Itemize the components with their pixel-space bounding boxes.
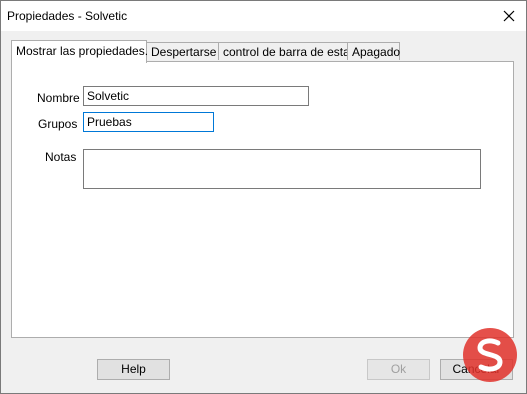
close-icon <box>503 10 515 22</box>
window-title: Propiedades - Solvetic <box>7 9 128 23</box>
tab-control-barra-estado[interactable]: control de barra de estado <box>218 42 363 60</box>
tab-apagado[interactable]: Apagado <box>347 42 400 60</box>
solvetic-logo-icon <box>463 328 517 382</box>
notas-label: Notas <box>45 150 77 164</box>
tab-despertarse[interactable]: Despertarse <box>146 42 219 60</box>
tab-label: control de barra de estado <box>223 45 364 59</box>
ok-button[interactable]: Ok <box>367 359 430 380</box>
grupos-label: Grupos <box>38 117 78 131</box>
title-bar: Propiedades - Solvetic <box>1 1 526 31</box>
close-button[interactable] <box>498 5 520 27</box>
help-button[interactable]: Help <box>97 359 170 380</box>
tab-mostrar-propiedades[interactable]: Mostrar las propiedades. <box>11 40 149 63</box>
tab-label: Apagado <box>352 45 401 59</box>
grupos-input[interactable] <box>83 112 214 132</box>
notas-textarea[interactable] <box>83 149 481 189</box>
nombre-input[interactable] <box>83 86 309 106</box>
nombre-label: Nombre <box>37 91 80 105</box>
tab-label: Despertarse <box>151 45 217 59</box>
tab-label: Mostrar las propiedades. <box>16 44 149 58</box>
properties-dialog: Propiedades - Solvetic Mostrar las propi… <box>0 0 527 394</box>
